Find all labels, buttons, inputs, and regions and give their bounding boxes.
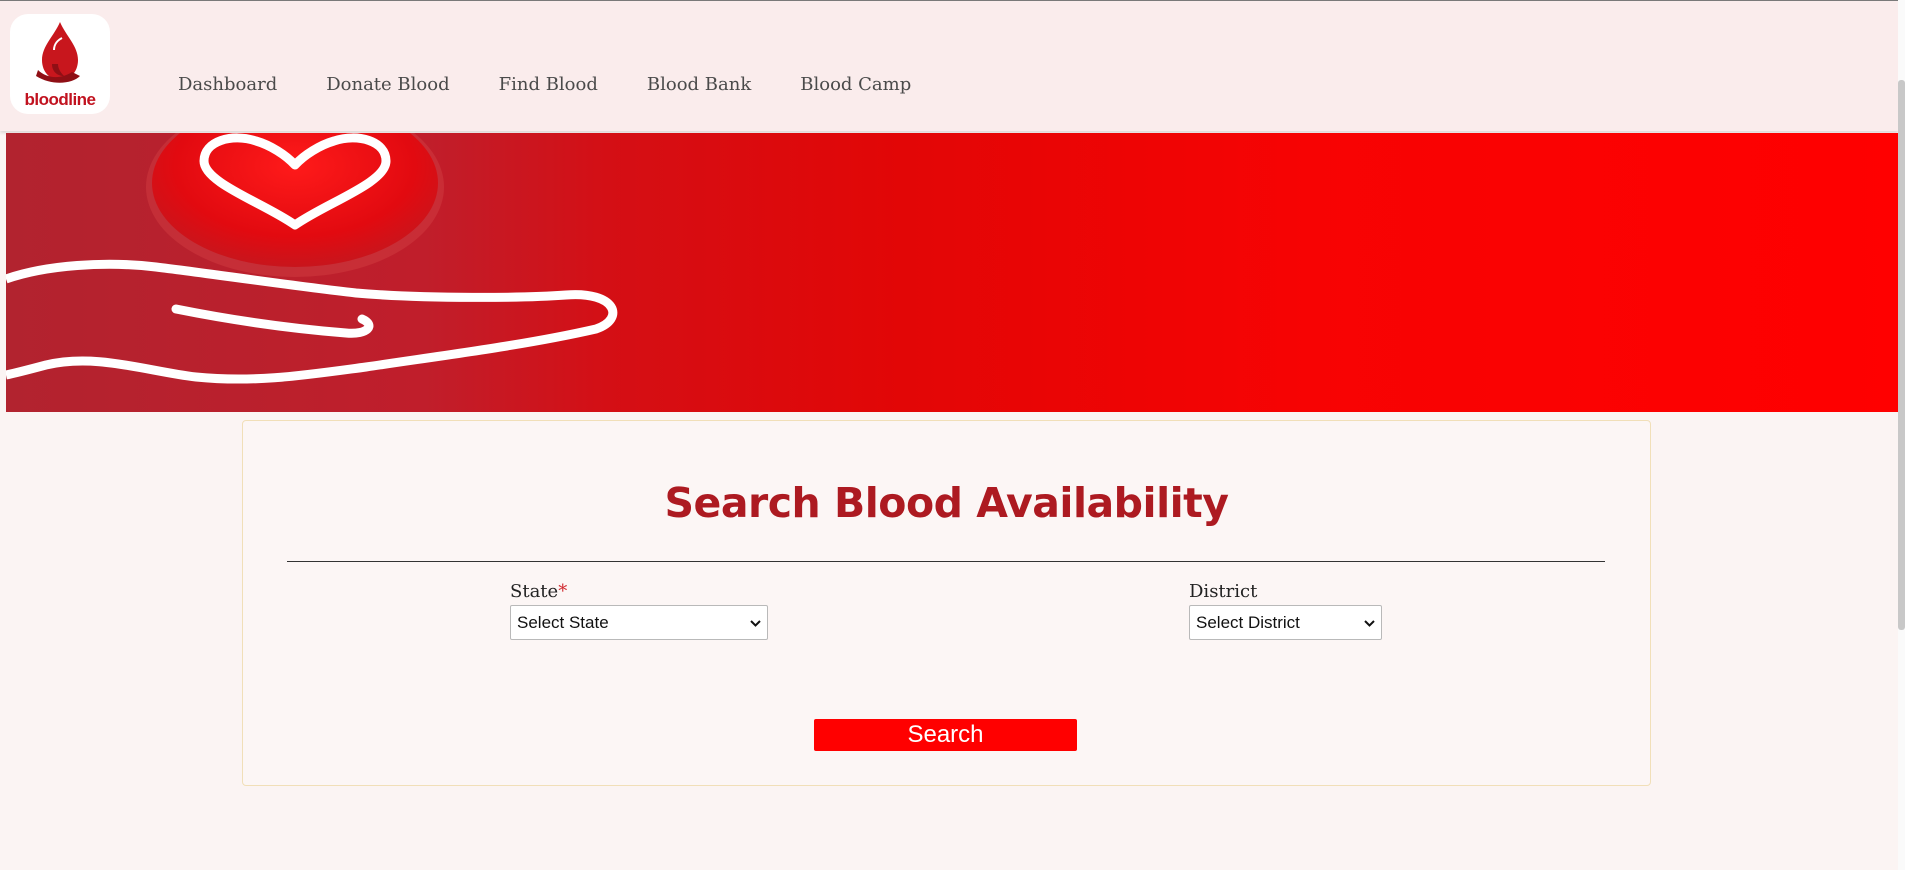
state-label: State* [510, 581, 567, 602]
required-asterisk: * [558, 581, 568, 602]
state-select[interactable]: Select State [510, 605, 768, 640]
chevron-down-icon [1364, 620, 1375, 627]
nav-blood-camp[interactable]: Blood Camp [800, 74, 911, 95]
brand-name: bloodline [24, 90, 96, 109]
navbar: bloodline Dashboard Donate Blood Find Bl… [0, 1, 1898, 131]
nav-find-blood[interactable]: Find Blood [499, 74, 598, 95]
nav-blood-bank[interactable]: Blood Bank [647, 74, 751, 95]
district-select[interactable]: Select District [1189, 605, 1382, 640]
scrollbar-thumb[interactable] [1898, 80, 1905, 630]
chevron-down-icon [750, 620, 761, 627]
district-label: District [1189, 581, 1258, 602]
search-button[interactable]: Search [814, 719, 1077, 751]
state-label-text: State [510, 581, 559, 602]
page-title: Search Blood Availability [664, 479, 1229, 527]
title-divider [287, 561, 1605, 562]
hero-banner [6, 133, 1898, 412]
page-scrollbar[interactable] [1898, 0, 1905, 870]
nav-donate-blood[interactable]: Donate Blood [326, 74, 449, 95]
main-nav: Dashboard Donate Blood Find Blood Blood … [178, 74, 960, 95]
nav-dashboard[interactable]: Dashboard [178, 74, 277, 95]
search-card: Search Blood Availability State* Select … [242, 420, 1651, 786]
district-select-value: Select District [1196, 612, 1300, 632]
brand-logo[interactable]: bloodline [10, 14, 110, 114]
blood-drop-hand-icon [36, 22, 80, 83]
state-select-value: Select State [517, 612, 609, 632]
heart-drop-on-hand-icon [6, 133, 618, 384]
